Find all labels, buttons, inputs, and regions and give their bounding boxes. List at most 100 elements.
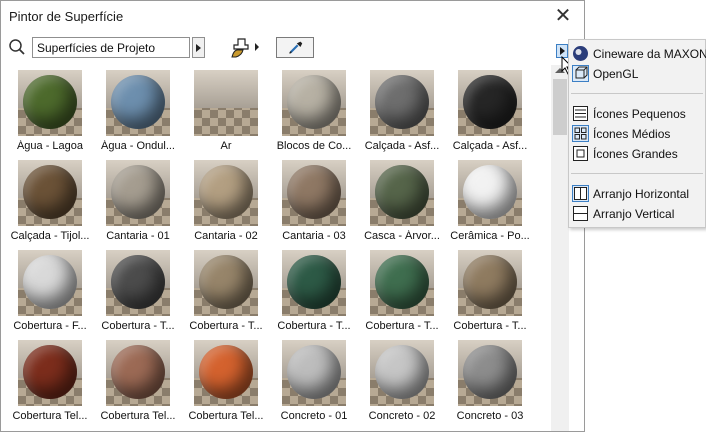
material-tile[interactable]: Cobertura - T... xyxy=(94,248,175,336)
material-thumbnail xyxy=(458,70,522,136)
material-tile[interactable]: Cobertura Tel... xyxy=(6,338,88,426)
material-tile[interactable]: Blocos de Co... xyxy=(270,68,351,156)
material-sphere xyxy=(375,75,429,129)
material-thumbnail xyxy=(106,70,170,136)
material-tile[interactable]: Cantaria - 01 xyxy=(94,158,174,246)
material-thumbnail xyxy=(282,70,346,136)
material-label: Cobertura - T... xyxy=(277,320,351,332)
material-thumbnail xyxy=(106,250,170,316)
cineware-icon xyxy=(573,46,588,61)
list-icon xyxy=(573,106,588,121)
material-label: Cerâmica - Po... xyxy=(450,230,530,242)
material-tile[interactable]: Cobertura Tel... xyxy=(182,338,264,426)
close-icon[interactable]: ✕ xyxy=(552,5,574,27)
material-thumbnail xyxy=(282,340,346,406)
vertical-scrollbar[interactable] xyxy=(551,65,569,431)
material-thumbnail xyxy=(370,160,434,226)
material-tile[interactable]: Cantaria - 03 xyxy=(270,158,350,246)
material-thumbnail xyxy=(18,340,82,406)
material-tile[interactable]: Cobertura Tel... xyxy=(94,338,176,426)
material-tile[interactable]: Cobertura - T... xyxy=(182,248,263,336)
search-icon[interactable] xyxy=(8,38,26,56)
material-label: Casca - Árvor... xyxy=(364,230,440,242)
material-tile[interactable]: Calçada - Asf... xyxy=(358,68,439,156)
material-label: Blocos de Co... xyxy=(276,140,352,152)
material-thumbnail xyxy=(106,160,170,226)
menu-item-label: Ícones Médios xyxy=(593,127,671,141)
material-label: Calçada - Asf... xyxy=(452,140,528,152)
menu-item-label: Arranjo Horizontal xyxy=(593,187,690,201)
menu-separator xyxy=(571,173,703,174)
material-thumbnail xyxy=(194,70,258,136)
menu-item-opengl[interactable]: OpenGL xyxy=(569,63,705,83)
material-sphere xyxy=(463,75,517,129)
material-thumbnail xyxy=(18,160,82,226)
material-sphere xyxy=(375,255,429,309)
combo-arrow-button[interactable] xyxy=(192,37,205,58)
material-thumbnail xyxy=(282,160,346,226)
menu-item-small-icons[interactable]: Ícones Pequenos xyxy=(569,103,705,123)
material-label: Cobertura Tel... xyxy=(12,410,88,422)
material-sphere xyxy=(199,255,253,309)
menu-item-cineware[interactable]: Cineware da MAXON xyxy=(569,43,706,63)
material-label: Água - Ondul... xyxy=(101,140,175,152)
material-sphere xyxy=(23,75,77,129)
surface-painter-window: Pintor de Superfície ✕ Superfícies de Pr… xyxy=(0,0,585,432)
material-label: Cobertura Tel... xyxy=(188,410,264,422)
menu-item-large-icons[interactable]: Ícones Grandes xyxy=(569,143,705,163)
material-tile[interactable]: Cobertura - T... xyxy=(358,248,439,336)
material-tile[interactable]: Concreto - 01 xyxy=(270,338,350,426)
material-sphere xyxy=(463,255,517,309)
menu-item-medium-icons[interactable]: Ícones Médios xyxy=(569,123,705,143)
surface-set-combo[interactable]: Superfícies de Projeto xyxy=(32,37,190,58)
scrollbar-thumb[interactable] xyxy=(553,79,567,135)
material-label: Cobertura - F... xyxy=(13,320,87,332)
material-sphere xyxy=(287,255,341,309)
eyedropper-button[interactable] xyxy=(276,37,314,58)
material-tile[interactable]: Cobertura - T... xyxy=(446,248,527,336)
material-sphere xyxy=(199,165,253,219)
material-tile[interactable]: Cobertura - T... xyxy=(270,248,351,336)
material-tile[interactable]: Calçada - Tijol... xyxy=(6,158,89,246)
material-tile[interactable]: Concreto - 03 xyxy=(446,338,526,426)
material-sphere xyxy=(199,345,253,399)
material-thumbnail xyxy=(370,250,434,316)
material-thumbnail xyxy=(370,70,434,136)
split-vertical-icon xyxy=(572,185,589,202)
material-sphere xyxy=(463,345,517,399)
material-tile[interactable]: Casca - Árvor... xyxy=(358,158,440,246)
material-label: Água - Lagoa xyxy=(16,140,84,152)
menu-item-label: Arranjo Vertical xyxy=(593,207,675,221)
large-icon xyxy=(573,146,588,161)
material-thumbnail xyxy=(18,70,82,136)
material-tile[interactable]: Calçada - Asf... xyxy=(446,68,527,156)
material-sphere xyxy=(111,165,165,219)
toolbar: Superfícies de Projeto xyxy=(1,33,584,63)
material-tile[interactable]: Concreto - 02 xyxy=(358,338,438,426)
material-tile[interactable]: Ar xyxy=(182,68,262,156)
menu-item-horizontal-layout[interactable]: Arranjo Horizontal xyxy=(569,183,705,203)
material-tile[interactable]: Cobertura - F... xyxy=(6,248,87,336)
material-label: Calçada - Asf... xyxy=(364,140,440,152)
menu-item-label: Ícones Pequenos xyxy=(593,107,686,121)
material-tile[interactable]: Água - Lagoa xyxy=(6,68,86,156)
material-label: Cantaria - 02 xyxy=(194,230,258,242)
menu-separator xyxy=(571,93,703,94)
material-label: Cobertura - T... xyxy=(189,320,263,332)
material-sphere xyxy=(375,345,429,399)
material-label: Concreto - 02 xyxy=(368,410,436,422)
material-sphere xyxy=(287,75,341,129)
brush-dropdown-arrow[interactable] xyxy=(255,43,259,51)
menu-item-label: OpenGL xyxy=(593,67,639,81)
eyedropper-icon xyxy=(289,41,303,54)
material-label: Calçada - Tijol... xyxy=(10,230,90,242)
material-tile[interactable]: Água - Ondul... xyxy=(94,68,175,156)
material-thumbnail xyxy=(370,340,434,406)
split-horizontal-icon xyxy=(573,206,588,221)
material-sphere xyxy=(463,165,517,219)
material-thumbnail xyxy=(282,250,346,316)
menu-item-vertical-layout[interactable]: Arranjo Vertical xyxy=(569,203,705,223)
material-label: Cobertura - T... xyxy=(365,320,439,332)
material-tile[interactable]: Cantaria - 02 xyxy=(182,158,262,246)
material-tile[interactable]: Cerâmica - Po... xyxy=(446,158,530,246)
